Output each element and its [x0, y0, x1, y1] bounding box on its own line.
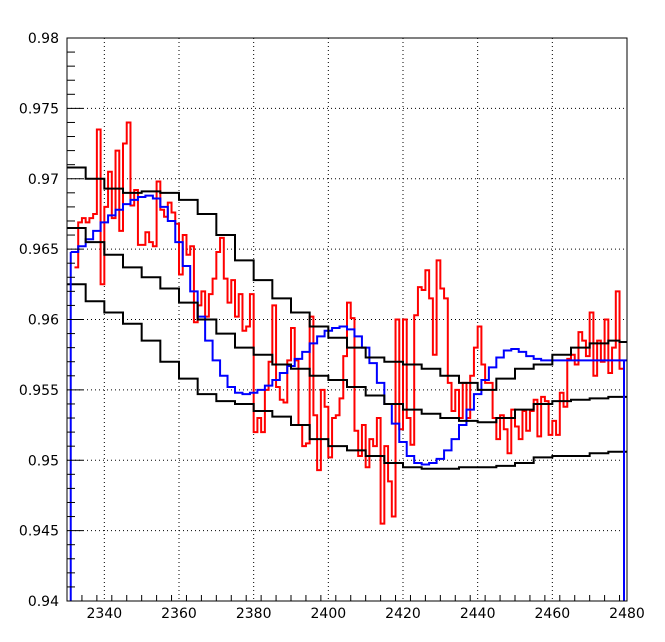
chart-svg: 2340 2360 2380 2400 2420 2440 2460 2480 0.94 0.94… — [0, 0, 665, 642]
x-tick-label: 2440 — [460, 606, 496, 622]
y-tick-label: 0.94 — [28, 594, 59, 610]
x-tick-label: 2400 — [311, 606, 347, 622]
x-tick-label: 2460 — [535, 606, 571, 622]
x-tick-label: 2420 — [385, 606, 421, 622]
y-tick-label: 0.965 — [19, 242, 59, 258]
y-tick-label: 0.98 — [28, 31, 59, 47]
x-tick-label: 2380 — [236, 606, 272, 622]
y-tick-label: 0.95 — [28, 453, 59, 469]
y-tick-label: 0.975 — [19, 101, 59, 117]
y-tick-label: 0.96 — [28, 313, 59, 329]
x-tick-label: 2340 — [87, 606, 123, 622]
y-tick-label: 0.97 — [28, 172, 59, 188]
y-tick-label: 0.955 — [19, 383, 59, 399]
x-tick-label: 2360 — [161, 606, 197, 622]
canvas-background — [0, 0, 665, 642]
y-tick-label: 0.945 — [19, 524, 59, 540]
x-tick-label: 2480 — [609, 606, 645, 622]
